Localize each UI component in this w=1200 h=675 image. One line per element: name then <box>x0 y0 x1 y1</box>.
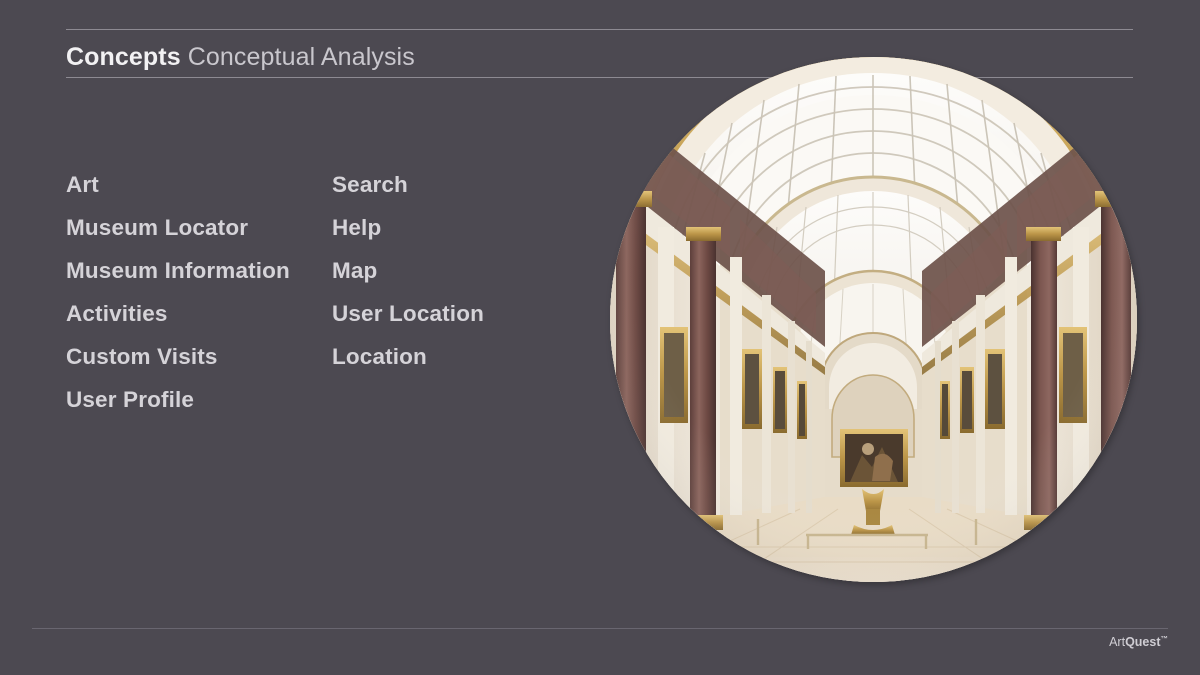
concept-item-user-profile[interactable]: User Profile <box>66 378 290 421</box>
header-divider-top <box>66 29 1133 30</box>
brand-logo-part1: Art <box>1109 635 1126 650</box>
museum-gallery-illustration <box>610 57 1137 582</box>
concept-item-custom-visits[interactable]: Custom Visits <box>66 335 290 378</box>
concept-item-search[interactable]: Search <box>332 163 484 206</box>
museum-gallery-photo <box>610 57 1137 582</box>
concept-item-museum-locator[interactable]: Museum Locator <box>66 206 290 249</box>
page-title-main: Concepts <box>66 43 181 71</box>
concept-item-location[interactable]: Location <box>332 335 484 378</box>
brand-logo-part2: Quest <box>1125 635 1161 650</box>
concept-item-help[interactable]: Help <box>332 206 484 249</box>
page-title-sub: Conceptual Analysis <box>187 43 415 71</box>
footer-divider <box>32 628 1168 629</box>
gallery-scene-svg <box>610 57 1137 582</box>
trademark-icon: ™ <box>1160 634 1169 643</box>
concept-item-user-location[interactable]: User Location <box>332 292 484 335</box>
page-title: Concepts Conceptual Analysis <box>66 40 415 74</box>
concept-column-left: Art Museum Locator Museum Information Ac… <box>66 163 290 421</box>
concept-item-map[interactable]: Map <box>332 249 484 292</box>
concept-column-right: Search Help Map User Location Location <box>332 163 484 378</box>
page-title-subtitle <box>181 43 188 71</box>
brand-logo: ArtQuest™ <box>1109 630 1169 650</box>
concept-item-activities[interactable]: Activities <box>66 292 290 335</box>
concept-item-art[interactable]: Art <box>66 163 290 206</box>
slide-root: Concepts Conceptual Analysis Art Museum … <box>0 0 1200 675</box>
concept-item-museum-information[interactable]: Museum Information <box>66 249 290 292</box>
